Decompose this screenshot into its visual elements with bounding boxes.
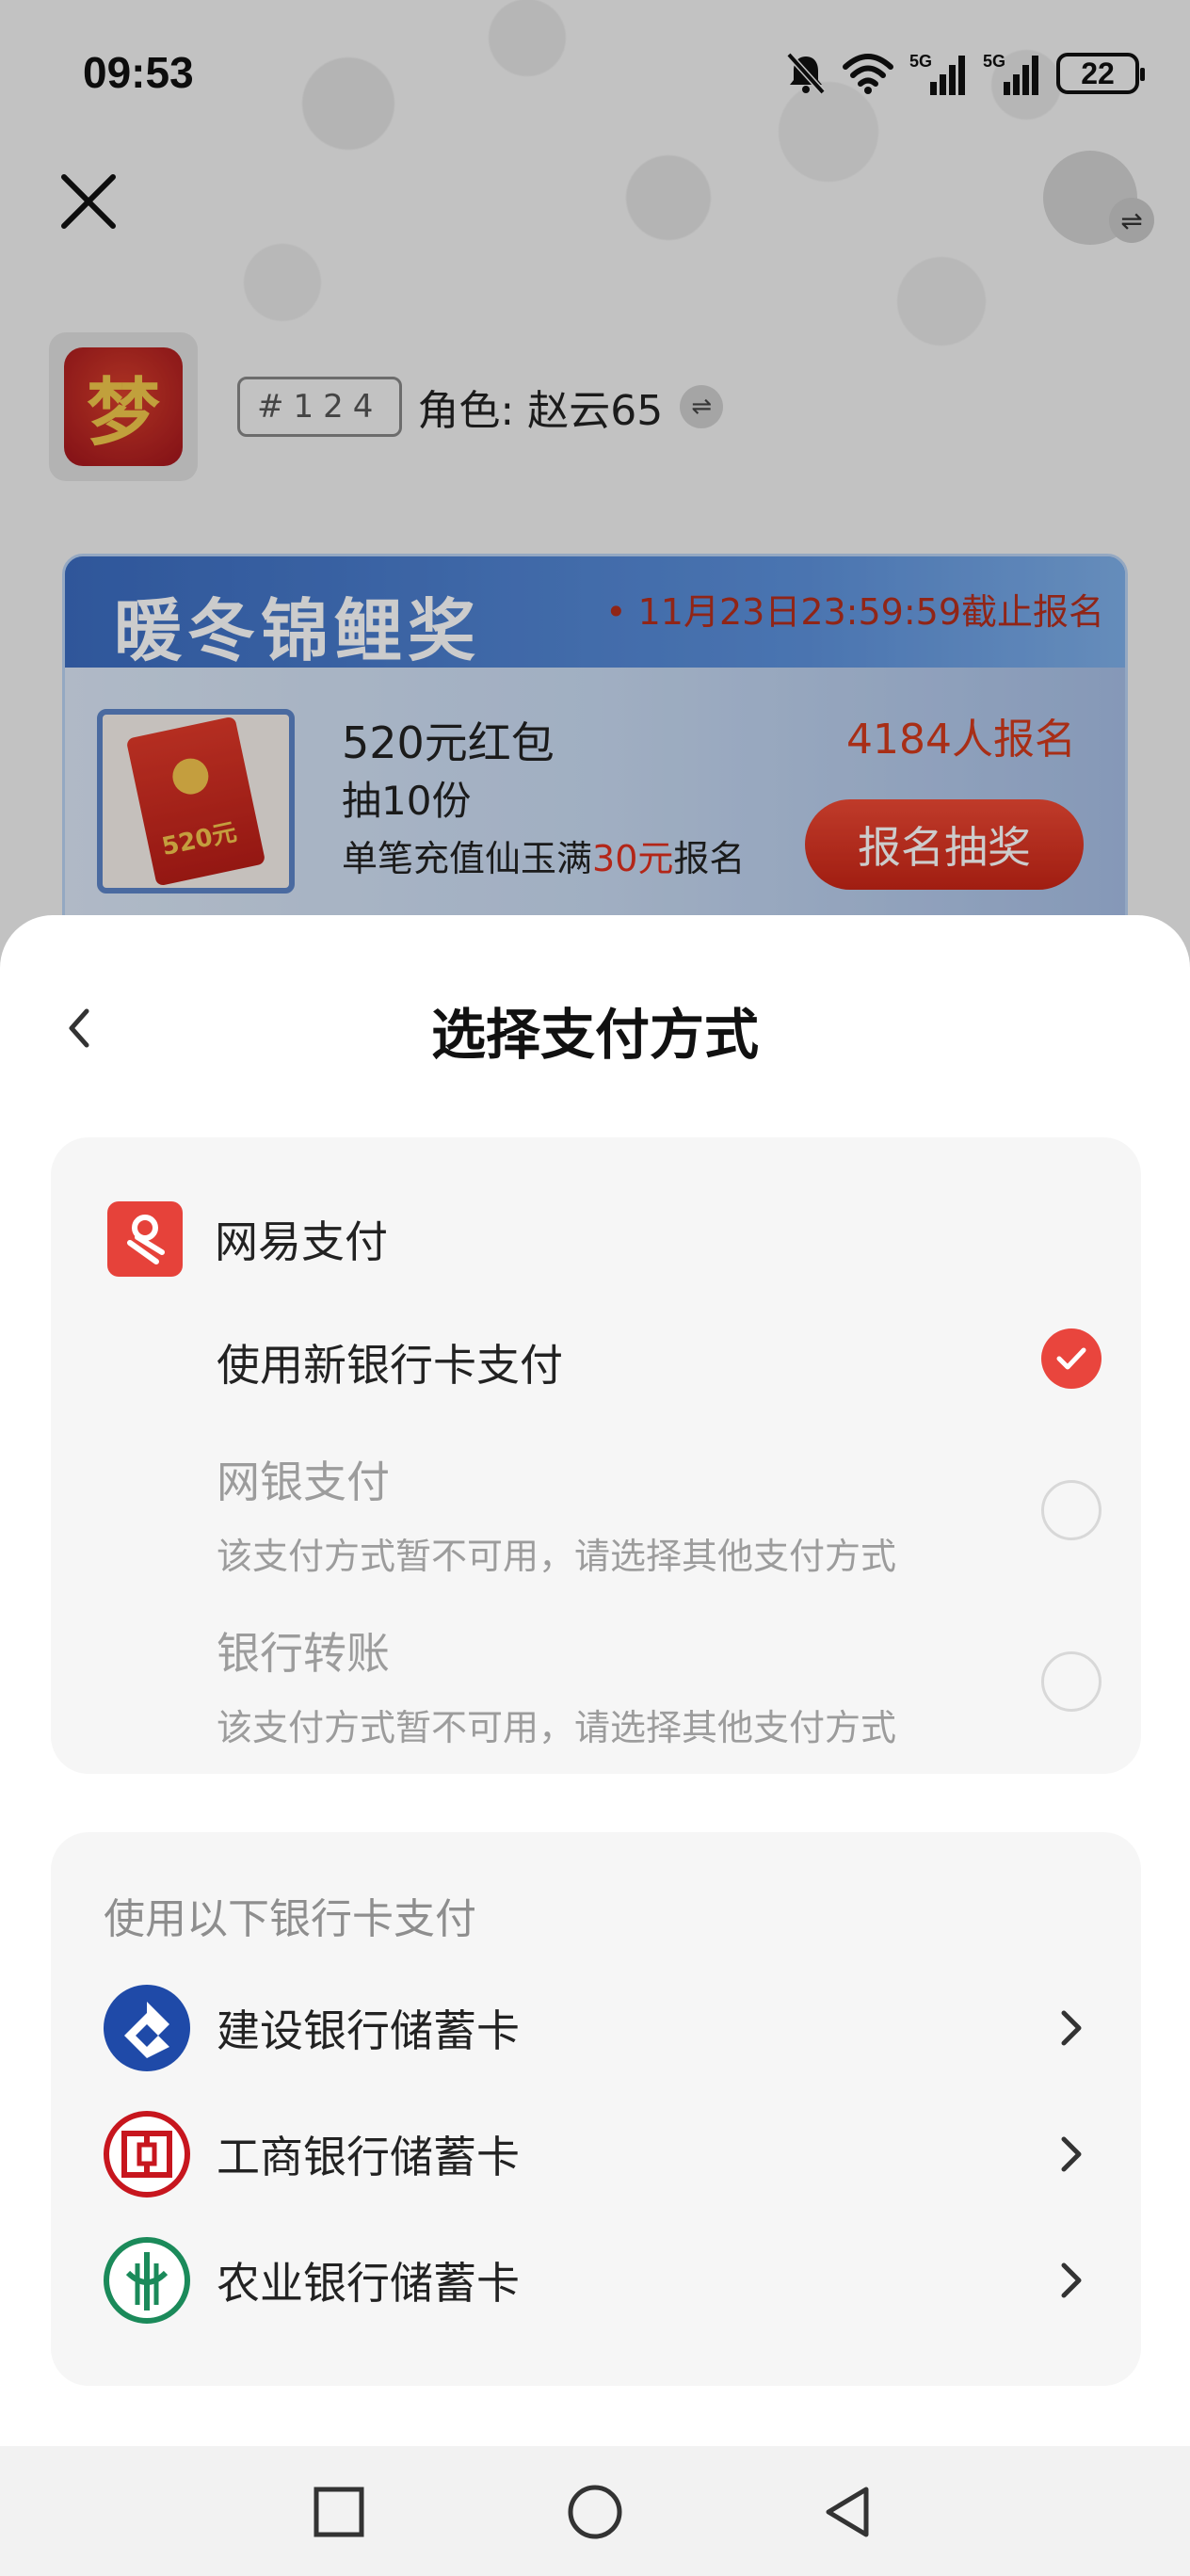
back-nav-icon[interactable]: [817, 2482, 877, 2542]
netease-pay-group: 网易支付 使用新银行卡支付 网银支付 该支付方式暂不可用，请选择其他支付方式 银…: [51, 1137, 1141, 1774]
bank-name: 工商银行储蓄卡: [217, 2132, 520, 2182]
system-nav-bar: [0, 2446, 1190, 2576]
netease-pay-icon: [107, 1201, 183, 1277]
ccb-logo-icon: [104, 1985, 190, 2071]
chevron-right-icon: [1061, 2010, 1082, 2046]
recent-apps-icon[interactable]: [309, 2482, 369, 2542]
bank-item-ccb[interactable]: 建设银行储蓄卡: [102, 1981, 1090, 2075]
provider-row: 网易支付: [107, 1199, 388, 1279]
provider-name: 网易支付: [215, 1216, 388, 1267]
method-label: 使用新银行卡支付: [217, 1340, 563, 1391]
radio-unchecked-icon[interactable]: [1041, 1651, 1102, 1712]
method-online-banking[interactable]: 网银支付 该支付方式暂不可用，请选择其他支付方式: [217, 1448, 1102, 1577]
chevron-right-icon: [1061, 2136, 1082, 2172]
chevron-right-icon: [1061, 2262, 1082, 2298]
method-new-card[interactable]: 使用新银行卡支付: [217, 1328, 1102, 1392]
bank-name: 建设银行储蓄卡: [217, 2005, 520, 2056]
bank-item-abc[interactable]: 农业银行储蓄卡: [102, 2233, 1090, 2327]
icbc-logo-icon: [104, 2111, 190, 2198]
method-label: 银行转账: [217, 1628, 390, 1679]
bank-card-group: 使用以下银行卡支付 建设银行储蓄卡 工商银行储蓄卡 农业银行储蓄卡: [51, 1832, 1141, 2386]
radio-unchecked-icon[interactable]: [1041, 1480, 1102, 1540]
payment-method-sheet: 选择支付方式 网易支付 使用新银行卡支付 网银支付 该支付方式暂不可用，请选择其…: [0, 915, 1190, 2446]
method-note: 该支付方式暂不可用，请选择其他支付方式: [217, 1707, 897, 1748]
abc-logo-icon: [104, 2237, 190, 2324]
radio-checked-icon[interactable]: [1041, 1328, 1102, 1389]
bank-item-icbc[interactable]: 工商银行储蓄卡: [102, 2107, 1090, 2201]
banks-header: 使用以下银行卡支付: [104, 1895, 476, 1943]
method-bank-transfer[interactable]: 银行转账 该支付方式暂不可用，请选择其他支付方式: [217, 1619, 1102, 1748]
method-label: 网银支付: [217, 1457, 390, 1507]
home-icon[interactable]: [565, 2482, 625, 2542]
bank-name: 农业银行储蓄卡: [217, 2258, 520, 2309]
method-note: 该支付方式暂不可用，请选择其他支付方式: [217, 1536, 897, 1577]
sheet-title: 选择支付方式: [430, 1003, 759, 1067]
